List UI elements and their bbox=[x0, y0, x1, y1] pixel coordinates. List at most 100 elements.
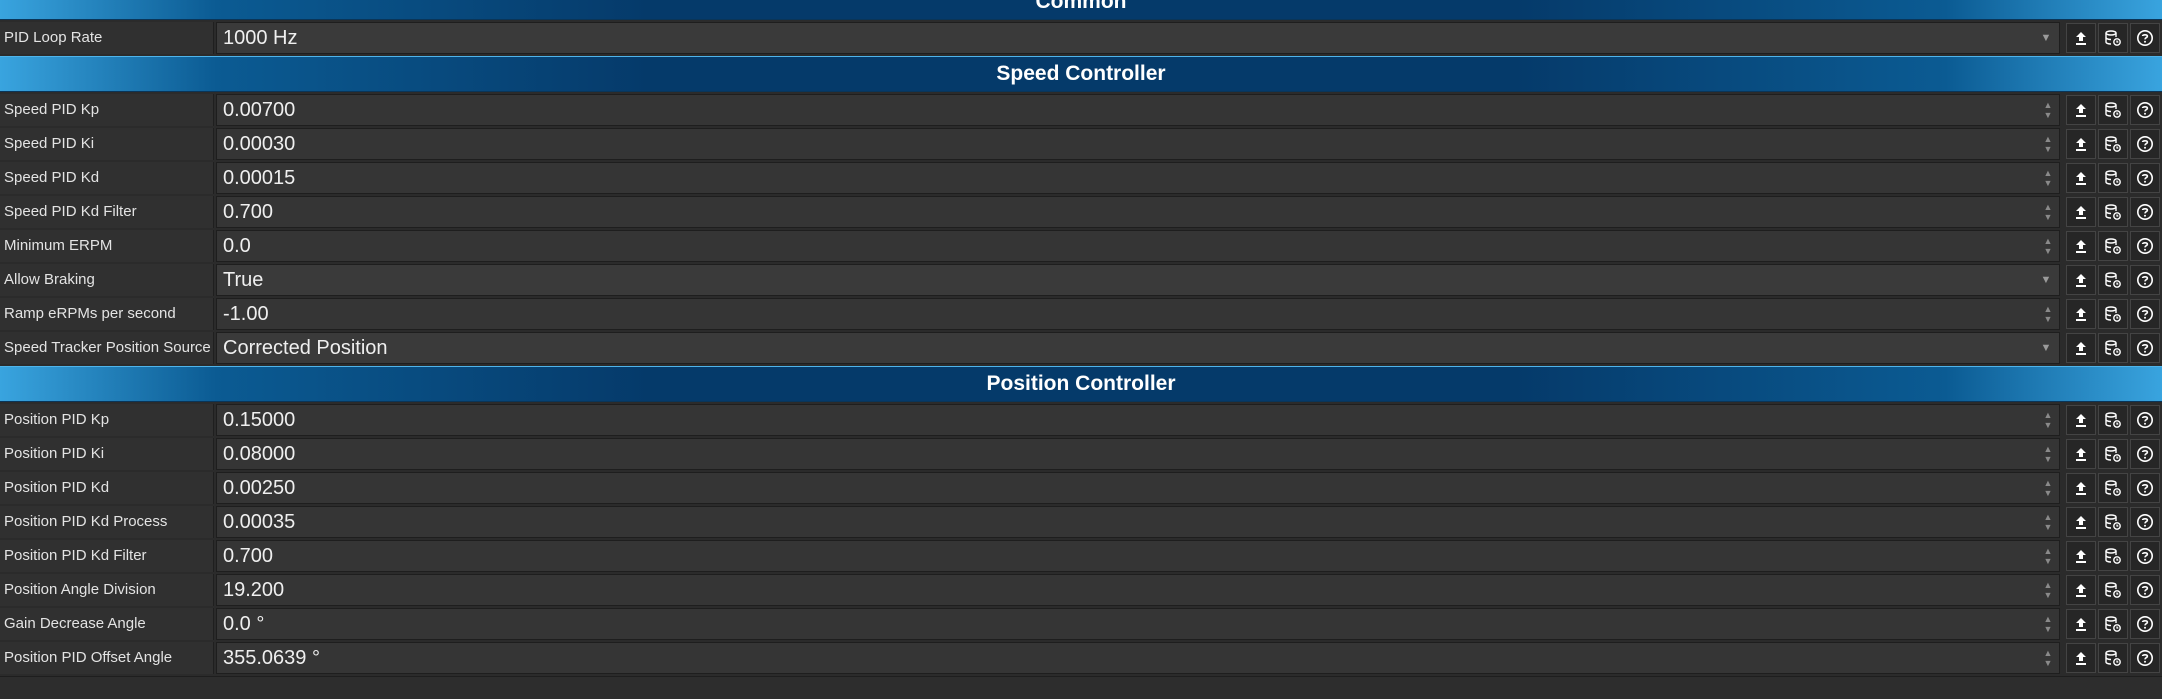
spinner-arrows[interactable]: ▲ ▼ bbox=[2039, 129, 2057, 159]
read-default-button[interactable] bbox=[2066, 541, 2096, 571]
param-spinbox[interactable]: 0.00700 ▲ ▼ bbox=[216, 94, 2060, 126]
help-button[interactable] bbox=[2130, 95, 2160, 125]
param-value[interactable]: 0.0 ° bbox=[217, 613, 2039, 636]
spinner-arrows[interactable]: ▲ ▼ bbox=[2039, 405, 2057, 435]
param-value[interactable]: 0.00015 bbox=[217, 167, 2039, 190]
spin-up-icon[interactable]: ▲ bbox=[2044, 444, 2053, 454]
help-button[interactable] bbox=[2130, 23, 2160, 53]
spin-down-icon[interactable]: ▼ bbox=[2044, 246, 2053, 256]
spinner-arrows[interactable]: ▲ ▼ bbox=[2039, 439, 2057, 469]
read-saved-button[interactable] bbox=[2098, 405, 2128, 435]
read-saved-button[interactable] bbox=[2098, 231, 2128, 261]
spinner-arrows[interactable]: ▲ ▼ bbox=[2039, 609, 2057, 639]
read-default-button[interactable] bbox=[2066, 299, 2096, 329]
param-spinbox[interactable]: 0.08000 ▲ ▼ bbox=[216, 438, 2060, 470]
spin-up-icon[interactable]: ▲ bbox=[2044, 478, 2053, 488]
read-saved-button[interactable] bbox=[2098, 439, 2128, 469]
read-saved-button[interactable] bbox=[2098, 333, 2128, 363]
help-button[interactable] bbox=[2130, 163, 2160, 193]
param-spinbox[interactable]: 0.00015 ▲ ▼ bbox=[216, 162, 2060, 194]
param-value[interactable]: 355.0639 ° bbox=[217, 647, 2039, 670]
help-button[interactable] bbox=[2130, 609, 2160, 639]
param-value[interactable]: Corrected Position bbox=[217, 337, 2037, 360]
spin-down-icon[interactable]: ▼ bbox=[2044, 522, 2053, 532]
read-saved-button[interactable] bbox=[2098, 507, 2128, 537]
param-spinbox[interactable]: 0.0 ° ▲ ▼ bbox=[216, 608, 2060, 640]
spin-up-icon[interactable]: ▲ bbox=[2044, 134, 2053, 144]
param-combobox[interactable]: Corrected Position ▼ bbox=[216, 332, 2060, 364]
spin-up-icon[interactable]: ▲ bbox=[2044, 614, 2053, 624]
spinner-arrows[interactable]: ▲ ▼ bbox=[2039, 507, 2057, 537]
spin-up-icon[interactable]: ▲ bbox=[2044, 100, 2053, 110]
read-default-button[interactable] bbox=[2066, 95, 2096, 125]
spinner-arrows[interactable]: ▲ ▼ bbox=[2039, 197, 2057, 227]
help-button[interactable] bbox=[2130, 473, 2160, 503]
param-value[interactable]: 0.00250 bbox=[217, 477, 2039, 500]
help-button[interactable] bbox=[2130, 507, 2160, 537]
help-button[interactable] bbox=[2130, 299, 2160, 329]
chevron-down-icon[interactable]: ▼ bbox=[2037, 342, 2055, 354]
param-value[interactable]: 19.200 bbox=[217, 579, 2039, 602]
spin-down-icon[interactable]: ▼ bbox=[2044, 590, 2053, 600]
spin-up-icon[interactable]: ▲ bbox=[2044, 410, 2053, 420]
param-spinbox[interactable]: 0.0 ▲ ▼ bbox=[216, 230, 2060, 262]
spin-down-icon[interactable]: ▼ bbox=[2044, 420, 2053, 430]
spin-down-icon[interactable]: ▼ bbox=[2044, 624, 2053, 634]
read-default-button[interactable] bbox=[2066, 129, 2096, 159]
param-value[interactable]: 0.700 bbox=[217, 201, 2039, 224]
chevron-down-icon[interactable]: ▼ bbox=[2037, 32, 2055, 44]
read-saved-button[interactable] bbox=[2098, 473, 2128, 503]
help-button[interactable] bbox=[2130, 333, 2160, 363]
spinner-arrows[interactable]: ▲ ▼ bbox=[2039, 231, 2057, 261]
spin-down-icon[interactable]: ▼ bbox=[2044, 314, 2053, 324]
chevron-down-icon[interactable]: ▼ bbox=[2037, 274, 2055, 286]
read-default-button[interactable] bbox=[2066, 643, 2096, 673]
read-default-button[interactable] bbox=[2066, 197, 2096, 227]
read-default-button[interactable] bbox=[2066, 473, 2096, 503]
spin-down-icon[interactable]: ▼ bbox=[2044, 658, 2053, 668]
param-spinbox[interactable]: -1.00 ▲ ▼ bbox=[216, 298, 2060, 330]
spin-down-icon[interactable]: ▼ bbox=[2044, 110, 2053, 120]
spin-up-icon[interactable]: ▲ bbox=[2044, 168, 2053, 178]
param-value[interactable]: 0.15000 bbox=[217, 409, 2039, 432]
spin-up-icon[interactable]: ▲ bbox=[2044, 304, 2053, 314]
param-spinbox[interactable]: 0.15000 ▲ ▼ bbox=[216, 404, 2060, 436]
read-default-button[interactable] bbox=[2066, 23, 2096, 53]
read-saved-button[interactable] bbox=[2098, 299, 2128, 329]
param-spinbox[interactable]: 0.00035 ▲ ▼ bbox=[216, 506, 2060, 538]
param-combobox[interactable]: True ▼ bbox=[216, 264, 2060, 296]
spin-up-icon[interactable]: ▲ bbox=[2044, 512, 2053, 522]
spinner-arrows[interactable]: ▲ ▼ bbox=[2039, 643, 2057, 673]
param-combobox[interactable]: 1000 Hz ▼ bbox=[216, 22, 2060, 54]
spinner-arrows[interactable]: ▲ ▼ bbox=[2039, 95, 2057, 125]
param-spinbox[interactable]: 0.00250 ▲ ▼ bbox=[216, 472, 2060, 504]
spin-up-icon[interactable]: ▲ bbox=[2044, 580, 2053, 590]
read-saved-button[interactable] bbox=[2098, 643, 2128, 673]
read-default-button[interactable] bbox=[2066, 507, 2096, 537]
spin-up-icon[interactable]: ▲ bbox=[2044, 648, 2053, 658]
param-value[interactable]: True bbox=[217, 269, 2037, 292]
param-spinbox[interactable]: 0.700 ▲ ▼ bbox=[216, 196, 2060, 228]
param-value[interactable]: 0.00700 bbox=[217, 99, 2039, 122]
spin-down-icon[interactable]: ▼ bbox=[2044, 454, 2053, 464]
spin-down-icon[interactable]: ▼ bbox=[2044, 144, 2053, 154]
read-saved-button[interactable] bbox=[2098, 163, 2128, 193]
help-button[interactable] bbox=[2130, 541, 2160, 571]
read-saved-button[interactable] bbox=[2098, 95, 2128, 125]
read-default-button[interactable] bbox=[2066, 163, 2096, 193]
spinner-arrows[interactable]: ▲ ▼ bbox=[2039, 541, 2057, 571]
spinner-arrows[interactable]: ▲ ▼ bbox=[2039, 575, 2057, 605]
read-default-button[interactable] bbox=[2066, 575, 2096, 605]
spin-down-icon[interactable]: ▼ bbox=[2044, 178, 2053, 188]
param-value[interactable]: 1000 Hz bbox=[217, 27, 2037, 50]
spin-down-icon[interactable]: ▼ bbox=[2044, 556, 2053, 566]
read-default-button[interactable] bbox=[2066, 439, 2096, 469]
help-button[interactable] bbox=[2130, 405, 2160, 435]
read-saved-button[interactable] bbox=[2098, 197, 2128, 227]
help-button[interactable] bbox=[2130, 231, 2160, 261]
read-saved-button[interactable] bbox=[2098, 575, 2128, 605]
spin-up-icon[interactable]: ▲ bbox=[2044, 202, 2053, 212]
help-button[interactable] bbox=[2130, 643, 2160, 673]
read-saved-button[interactable] bbox=[2098, 609, 2128, 639]
param-value[interactable]: 0.0 bbox=[217, 235, 2039, 258]
